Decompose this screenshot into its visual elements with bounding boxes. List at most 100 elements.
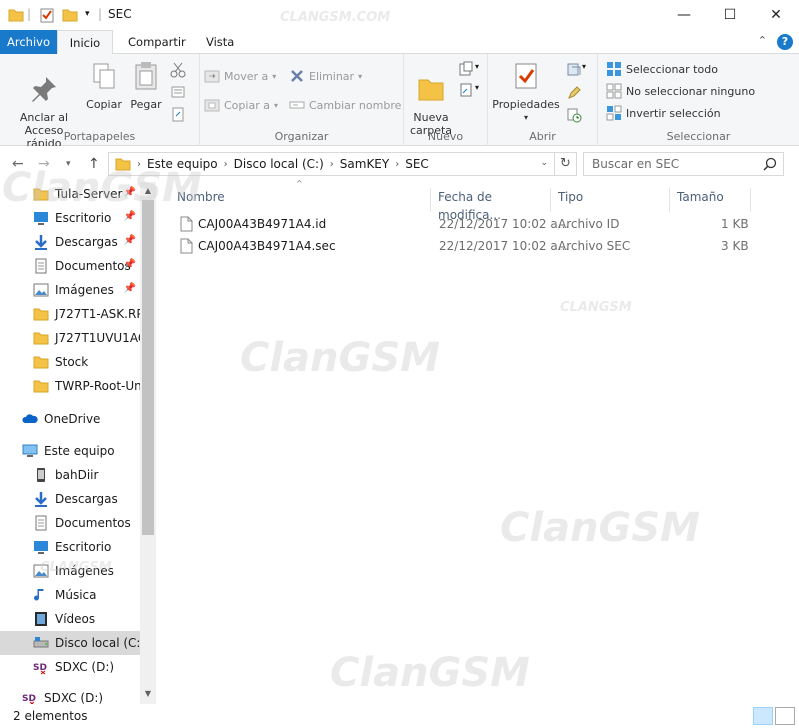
nav-item-escritorio-pc[interactable]: Escritorio xyxy=(0,535,140,559)
breadcrumb-separator-icon[interactable]: › xyxy=(137,159,141,170)
easy-access-dropdown-icon[interactable]: ▾ xyxy=(475,83,479,92)
breadcrumb-disco-local[interactable]: Disco local (C:) xyxy=(234,157,324,171)
file-row[interactable]: CAJ00A43B4971A4.id 22/12/2017 10:02 a...… xyxy=(172,213,749,235)
forward-arrow-icon[interactable]: → xyxy=(38,156,50,172)
up-arrow-icon[interactable]: ↑ xyxy=(88,156,100,172)
delete-button[interactable]: Eliminar ▾ xyxy=(289,67,362,85)
invert-selection-button[interactable]: Invertir selección xyxy=(606,104,721,122)
rename-button[interactable]: Cambiar nombre xyxy=(289,96,401,114)
nav-item-documentos-pc[interactable]: Documentos xyxy=(0,511,140,535)
column-header-tipo[interactable]: Tipo xyxy=(552,188,670,212)
breadcrumb-este-equipo[interactable]: Este equipo xyxy=(147,157,218,171)
nav-item-sdxc[interactable]: SD SDXC (D:) xyxy=(0,655,140,679)
nav-item-documentos[interactable]: Documentos 📌 xyxy=(0,254,140,278)
desktop-icon xyxy=(34,212,48,225)
address-bar[interactable]: › Este equipo › Disco local (C:) › SamKE… xyxy=(108,152,577,176)
nav-item-este-equipo[interactable]: Este equipo xyxy=(0,439,140,463)
qa-dropdown-icon[interactable]: ▾ xyxy=(85,9,90,25)
recent-locations-icon[interactable]: ▾ xyxy=(66,159,71,169)
select-all-button[interactable]: Seleccionar todo xyxy=(606,60,718,78)
qa-separator: | xyxy=(98,7,103,21)
nav-item-sdxc-root[interactable]: SD SDXC (D:) xyxy=(0,686,140,704)
breadcrumb-separator-icon[interactable]: › xyxy=(224,159,228,170)
new-item-dropdown-icon[interactable]: ▾ xyxy=(475,62,479,71)
file-date: 22/12/2017 10:02 a... xyxy=(439,217,570,231)
nav-item-stock[interactable]: Stock xyxy=(0,350,140,374)
edit-icon[interactable] xyxy=(566,85,582,101)
copy-to-button[interactable]: Copiar a ▾ xyxy=(204,96,278,114)
file-row[interactable]: CAJ00A43B4971A4.sec 22/12/2017 10:02 a..… xyxy=(172,235,749,257)
group-label-seleccionar: Seleccionar xyxy=(666,130,731,143)
minimize-button[interactable]: — xyxy=(661,0,707,30)
tab-inicio[interactable]: Inicio xyxy=(57,30,113,55)
close-button[interactable]: ✕ xyxy=(753,0,799,30)
column-header-nombre[interactable]: Nombre xyxy=(171,188,431,212)
cut-icon[interactable] xyxy=(170,62,186,78)
nav-item-musica[interactable]: Música xyxy=(0,583,140,607)
open-dropdown-icon[interactable]: ▾ xyxy=(582,62,586,71)
nav-item-escritorio[interactable]: Escritorio 📌 xyxy=(0,206,140,230)
breadcrumb-separator-icon[interactable]: › xyxy=(330,159,334,170)
breadcrumb-samkey[interactable]: SamKEY xyxy=(340,157,389,171)
nav-item-videos[interactable]: Vídeos xyxy=(0,607,140,631)
scroll-up-arrow-icon[interactable]: ▲ xyxy=(140,183,156,199)
group-nuevo: Nueva carpeta ▾ ▾ Nuevo xyxy=(404,54,488,146)
easy-access-icon[interactable] xyxy=(458,82,474,98)
nav-item-j727t1uvu1aqk[interactable]: J727T1UVU1AQK xyxy=(0,326,140,350)
new-item-icon[interactable] xyxy=(458,61,474,77)
new-folder-button[interactable]: Nueva carpeta xyxy=(408,60,454,137)
nav-item-onedrive[interactable]: OneDrive xyxy=(0,407,140,431)
paste-button[interactable]: Pegar xyxy=(128,60,164,111)
group-label-organizar: Organizar xyxy=(274,130,329,143)
open-icon[interactable] xyxy=(566,61,582,77)
nav-item-bahdiir[interactable]: bahDiir xyxy=(0,463,140,487)
column-header-tamano[interactable]: Tamaño xyxy=(671,188,751,212)
file-name: CAJ00A43B4971A4.id xyxy=(198,217,327,231)
folder-icon xyxy=(33,308,49,321)
select-none-button[interactable]: No seleccionar ninguno xyxy=(606,82,755,100)
group-seleccionar: Seleccionar todo No seleccionar ninguno … xyxy=(598,54,799,146)
ribbon-collapse-icon[interactable]: ⌃ xyxy=(758,34,767,50)
tab-compartir[interactable]: Compartir xyxy=(118,30,196,54)
nav-item-twrp-root[interactable]: TWRP-Root-Unl xyxy=(0,374,140,398)
group-label-nuevo: Nuevo xyxy=(427,130,464,143)
back-arrow-icon[interactable]: ← xyxy=(12,156,24,172)
nav-item-j727t1-ask[interactable]: J727T1-ASK.RPL xyxy=(0,302,140,326)
sd-card-icon: SD xyxy=(33,663,47,675)
file-date: 22/12/2017 10:02 a... xyxy=(439,239,570,253)
column-header-fecha[interactable]: Fecha de modifica... xyxy=(432,188,551,222)
breadcrumb-separator-icon[interactable]: › xyxy=(395,159,399,170)
folder-icon xyxy=(33,380,49,393)
breadcrumb-sec[interactable]: SEC xyxy=(405,157,429,171)
new-folder-qa-icon[interactable] xyxy=(62,7,78,23)
nav-item-imagenes[interactable]: Imágenes 📌 xyxy=(0,278,140,302)
nav-item-imagenes-pc[interactable]: Imágenes xyxy=(0,559,140,583)
properties-qa-icon[interactable] xyxy=(39,7,55,23)
nav-item-disco-local[interactable]: Disco local (C:) xyxy=(0,631,140,655)
copy-icon xyxy=(93,63,115,89)
nav-item-descargas[interactable]: Descargas 📌 xyxy=(0,230,140,254)
nav-item-tula-server[interactable]: Tula-Server 📌 xyxy=(0,182,140,206)
help-icon[interactable]: ? xyxy=(777,34,793,50)
details-view-button[interactable] xyxy=(753,707,773,725)
select-none-icon xyxy=(606,83,622,99)
refresh-icon[interactable]: ↻ xyxy=(554,153,576,175)
address-dropdown-icon[interactable]: ⌄ xyxy=(540,158,548,168)
ribbon-tabs: Archivo Inicio Compartir Vista ⌃ ? xyxy=(0,30,799,55)
tab-archivo[interactable]: Archivo xyxy=(0,30,57,54)
properties-button[interactable]: Propiedades ▾ xyxy=(492,60,560,124)
copy-button[interactable]: Copiar xyxy=(86,60,122,111)
search-icon[interactable] xyxy=(763,157,777,171)
copy-path-icon[interactable] xyxy=(170,84,186,100)
search-box[interactable]: Buscar en SEC xyxy=(583,152,784,176)
scroll-down-arrow-icon[interactable]: ▼ xyxy=(140,686,156,702)
nav-scrollbar-thumb[interactable] xyxy=(142,200,154,535)
tab-vista[interactable]: Vista xyxy=(196,30,244,54)
history-icon[interactable] xyxy=(566,107,582,123)
nav-item-descargas-pc[interactable]: Descargas xyxy=(0,487,140,511)
paste-shortcut-icon[interactable] xyxy=(170,106,186,122)
move-to-button[interactable]: Mover a ▾ xyxy=(204,67,276,85)
properties-icon xyxy=(515,63,537,89)
large-icons-view-button[interactable] xyxy=(775,707,795,725)
maximize-button[interactable]: ☐ xyxy=(707,0,753,30)
